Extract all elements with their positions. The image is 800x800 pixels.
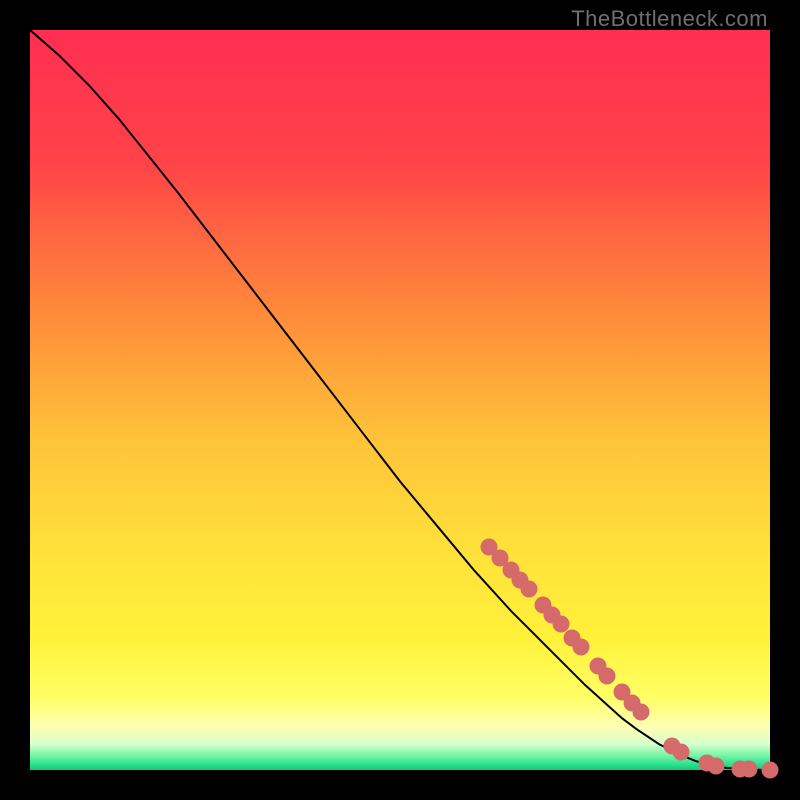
dot-layer [30,30,770,770]
data-point [673,744,690,761]
chart-plot-area [30,30,770,770]
data-point [707,757,724,774]
data-point [741,761,758,778]
data-point [762,762,779,779]
data-point [599,668,616,685]
data-point [520,581,537,598]
data-point [632,704,649,721]
watermark-text: TheBottleneck.com [571,6,768,32]
data-point [573,639,590,656]
